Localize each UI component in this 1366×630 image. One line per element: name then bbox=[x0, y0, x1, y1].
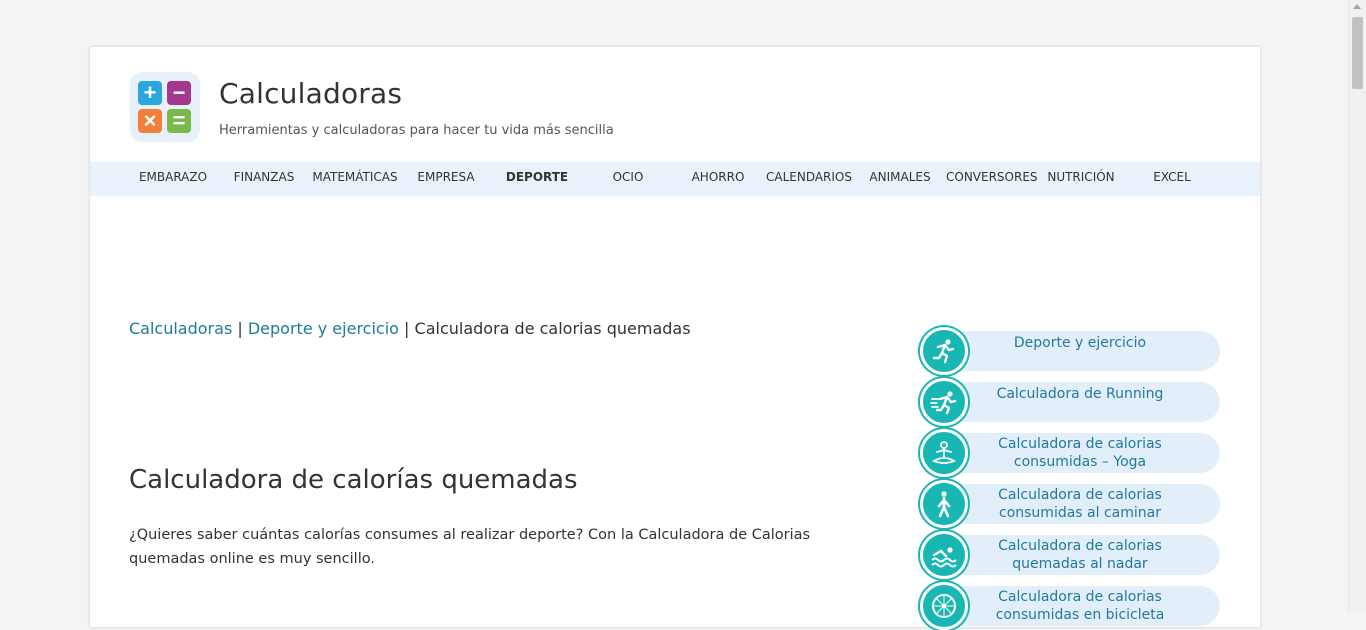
nav-item-ocio[interactable]: OCIO bbox=[583, 162, 673, 196]
scroll-up-arrow-icon[interactable] bbox=[1353, 4, 1361, 9]
site-logo[interactable]: + − × = bbox=[130, 72, 200, 142]
page-title: Calculadora de calorías quemadas bbox=[129, 465, 578, 495]
walking-icon bbox=[920, 480, 968, 528]
sidebar-item-deporte-y-ejercicio[interactable]: Deporte y ejercicio bbox=[920, 327, 1220, 375]
breadcrumb: Calculadoras | Deporte y ejercicio | Cal… bbox=[129, 319, 691, 338]
nav-item-matematicas[interactable]: MATEMÁTICAS bbox=[310, 162, 400, 196]
nav-item-calendarios[interactable]: CALENDARIOS bbox=[764, 162, 854, 196]
site-title[interactable]: Calculadoras bbox=[219, 77, 402, 110]
intro-paragraph: ¿Quieres saber cuántas calorías consumes… bbox=[129, 527, 811, 567]
equals-icon: = bbox=[167, 109, 191, 133]
nav-item-excel[interactable]: EXCEL bbox=[1127, 162, 1217, 196]
main-nav: EMBARAZO FINANZAS MATEMÁTICAS EMPRESA DE… bbox=[90, 162, 1260, 196]
sidebar-item-caminar[interactable]: Calculadora de calorias consumidas al ca… bbox=[920, 480, 1220, 528]
sidebar-item-yoga[interactable]: Calculadora de calorias consumidas – Yog… bbox=[920, 429, 1220, 477]
bicycle-wheel-icon bbox=[920, 582, 968, 630]
vertical-scrollbar[interactable] bbox=[1348, 0, 1366, 613]
nav-item-empresa[interactable]: EMPRESA bbox=[401, 162, 491, 196]
sidebar-item-nadar[interactable]: Calculadora de calorias quemadas al nada… bbox=[920, 531, 1220, 579]
nav-item-embarazo[interactable]: EMBARAZO bbox=[128, 162, 218, 196]
minus-icon: − bbox=[167, 81, 191, 105]
yoga-icon bbox=[920, 429, 968, 477]
scrollbar-thumb[interactable] bbox=[1352, 17, 1363, 89]
nav-item-ahorro[interactable]: AHORRO bbox=[673, 162, 763, 196]
sidebar-item-label: Deporte y ejercicio bbox=[1013, 335, 1147, 351]
site-tagline: Herramientas y calculadoras para hacer t… bbox=[219, 123, 614, 138]
breadcrumb-separator: | bbox=[237, 319, 248, 338]
breadcrumb-home-link[interactable]: Calculadoras bbox=[129, 319, 232, 338]
page-card: + − × = Calculadoras Herramientas y calc… bbox=[90, 47, 1260, 630]
sprinter-icon bbox=[920, 378, 968, 426]
breadcrumb-separator: | bbox=[404, 319, 415, 338]
nav-item-conversores[interactable]: CONVERSORES bbox=[946, 162, 1038, 196]
breadcrumb-category-link[interactable]: Deporte y ejercicio bbox=[248, 319, 399, 338]
nav-item-finanzas[interactable]: FINANZAS bbox=[219, 162, 309, 196]
nav-item-nutricion[interactable]: NUTRICIÓN bbox=[1036, 162, 1126, 196]
breadcrumb-current: Calculadora de calorias quemadas bbox=[414, 319, 691, 338]
sidebar-item-label: Calculadora de Running bbox=[996, 386, 1164, 402]
sidebar-item-bicicleta[interactable]: Calculadora de calorias consumidas en bi… bbox=[920, 582, 1220, 630]
sidebar-item-label: Calculadora de calorias consumidas en bi… bbox=[995, 589, 1165, 623]
sidebar-item-running[interactable]: Calculadora de Running bbox=[920, 378, 1220, 426]
plus-icon: + bbox=[138, 81, 162, 105]
nav-item-animales[interactable]: ANIMALES bbox=[855, 162, 945, 196]
sidebar-item-label: Calculadora de calorias consumidas al ca… bbox=[998, 487, 1162, 521]
times-icon: × bbox=[138, 109, 162, 133]
nav-item-deporte[interactable]: DEPORTE bbox=[492, 162, 582, 196]
runner-icon bbox=[920, 327, 968, 375]
swimming-icon bbox=[920, 531, 968, 579]
sidebar-item-label: Calculadora de calorias quemadas al nada… bbox=[998, 538, 1162, 572]
sidebar-item-label: Calculadora de calorias consumidas – Yog… bbox=[998, 436, 1162, 470]
